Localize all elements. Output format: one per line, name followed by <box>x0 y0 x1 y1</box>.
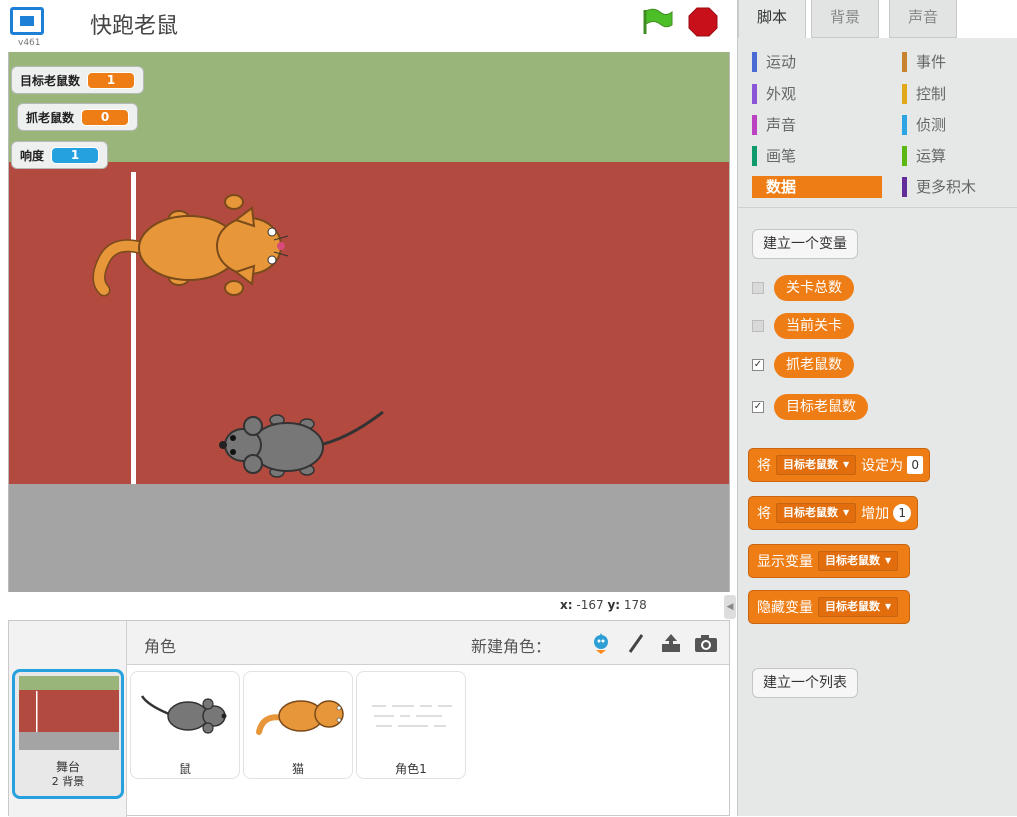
tab-sounds[interactable]: 声音 <box>889 0 957 38</box>
tab-scripts[interactable]: 脚本 <box>738 0 806 38</box>
value-input[interactable]: 1 <box>893 504 912 522</box>
category-operators[interactable]: 运算 <box>902 145 1017 167</box>
variable-reporter[interactable]: 关卡总数 <box>774 275 854 301</box>
stage-mini-preview <box>19 676 119 750</box>
block-palette: 脚本 背景 声音 运动 外观 声音 画笔 数据 事件 控制 侦测 运算 更多积木… <box>737 0 1017 816</box>
monitor-value: 0 <box>81 108 130 126</box>
sprite-name: 鼠 <box>178 762 191 776</box>
make-list-button[interactable]: 建立一个列表 <box>752 668 858 698</box>
sprites-title: 角色 <box>144 637 177 656</box>
variable-dropdown[interactable]: 目标老鼠数 ▼ <box>776 455 857 475</box>
category-sound[interactable]: 声音 <box>752 114 882 136</box>
variable-reporter[interactable]: 当前关卡 <box>774 313 854 339</box>
green-flag-icon[interactable] <box>640 6 674 36</box>
monitor-target-mice[interactable]: 目标老鼠数 1 <box>11 66 145 94</box>
cat-thumbnail <box>256 700 344 735</box>
fullscreen-icon[interactable] <box>10 7 44 35</box>
category-data[interactable]: 数据 <box>752 176 882 198</box>
hide-variable-block[interactable]: 隐藏变量 目标老鼠数 ▼ <box>748 590 911 624</box>
collapse-arrow-icon[interactable]: ◀ <box>724 595 736 619</box>
variable-row: ✓ 抓老鼠数 <box>752 350 854 380</box>
monitor-loudness[interactable]: 响度 1 <box>11 141 109 169</box>
sprite-tile-sprite1[interactable]: 角色1 <box>356 671 466 779</box>
variable-checkbox[interactable] <box>752 282 764 294</box>
paint-brush-icon[interactable] <box>624 631 648 655</box>
sprite-name: 角色1 <box>395 762 427 776</box>
variable-checkbox[interactable] <box>752 320 764 332</box>
sprite-tile-mouse[interactable]: 鼠 <box>130 671 240 779</box>
new-sprite-icons <box>589 631 718 655</box>
cat-sprite[interactable] <box>84 180 289 305</box>
category-events[interactable]: 事件 <box>902 51 1017 73</box>
dropdown-arrow-icon: ▼ <box>843 508 850 517</box>
camera-icon[interactable] <box>694 631 718 655</box>
variable-row: 当前关卡 <box>752 311 854 341</box>
variable-reporter[interactable]: 目标老鼠数 <box>774 394 868 420</box>
sprite-name: 猫 <box>291 762 304 776</box>
monitor-label: 目标老鼠数 <box>20 73 81 88</box>
change-variable-block[interactable]: 将 目标老鼠数 ▼ 增加 1 <box>748 496 919 530</box>
variable-checkbox[interactable]: ✓ <box>752 401 764 413</box>
variable-reporter[interactable]: 抓老鼠数 <box>774 352 854 378</box>
ground-area <box>9 484 729 592</box>
variable-dropdown[interactable]: 目标老鼠数 ▼ <box>776 503 857 523</box>
category-more-blocks[interactable]: 更多积木 <box>902 176 1017 198</box>
dropdown-arrow-icon: ▼ <box>885 556 892 565</box>
palette-blocks-area: 建立一个变量 关卡总数 当前关卡 ✓ 抓老鼠数 ✓ 目标老鼠数 将 目标老鼠数 ▼… <box>738 210 1017 816</box>
monitor-caught-mice[interactable]: 抓老鼠数 0 <box>17 103 139 131</box>
coord-x: -167 <box>576 598 604 612</box>
show-variable-block[interactable]: 显示变量 目标老鼠数 ▼ <box>748 544 911 578</box>
category-list: 运动 外观 声音 画笔 数据 事件 控制 侦测 运算 更多积木 <box>738 40 1017 208</box>
category-pen[interactable]: 画笔 <box>752 145 882 167</box>
category-motion[interactable]: 运动 <box>752 51 882 73</box>
value-input[interactable]: 0 <box>907 456 924 474</box>
monitor-value: 1 <box>51 146 100 164</box>
make-variable-button[interactable]: 建立一个变量 <box>752 229 858 259</box>
backdrop-count: 2 背景 <box>51 775 85 788</box>
variable-dropdown[interactable]: 目标老鼠数 ▼ <box>818 551 899 571</box>
category-looks[interactable]: 外观 <box>752 83 882 105</box>
project-title[interactable]: 快跑老鼠 <box>90 8 178 40</box>
monitor-label: 响度 <box>20 148 45 163</box>
title-bar: v461 快跑老鼠 <box>0 0 730 52</box>
stop-icon[interactable] <box>688 7 718 37</box>
monitor-value: 1 <box>87 71 136 89</box>
dropdown-arrow-icon: ▼ <box>885 602 892 611</box>
variable-checkbox[interactable]: ✓ <box>752 359 764 371</box>
upload-icon[interactable] <box>659 631 683 655</box>
sprite-library-icon[interactable] <box>589 631 613 655</box>
variable-row: ✓ 目标老鼠数 <box>752 392 868 422</box>
category-control[interactable]: 控制 <box>902 83 1017 105</box>
variable-row: 关卡总数 <box>752 273 854 303</box>
mouse-thumbnail <box>140 695 227 734</box>
stage-thumbnail[interactable]: 舞台 2 背景 <box>12 669 124 799</box>
mouse-coordinates: x: -167 y: 178 <box>560 598 647 612</box>
sprite-tile-cat[interactable]: 猫 <box>243 671 353 779</box>
sprite1-thumbnail <box>372 705 452 727</box>
editor-tabs: 脚本 背景 声音 <box>738 0 1017 38</box>
sprite-pane: 角色 新建角色： 舞台 2 背景 鼠 猫 角色1 <box>8 620 730 817</box>
set-variable-block[interactable]: 将 目标老鼠数 ▼ 设定为 0 <box>748 448 931 482</box>
category-sensing[interactable]: 侦测 <box>902 114 1017 136</box>
new-sprite-label: 新建角色： <box>471 637 552 656</box>
dropdown-arrow-icon: ▼ <box>843 460 850 469</box>
mouse-sprite[interactable] <box>207 400 389 490</box>
coord-y: 178 <box>623 598 647 612</box>
variable-dropdown[interactable]: 目标老鼠数 ▼ <box>818 597 899 617</box>
tab-backdrops[interactable]: 背景 <box>811 0 879 38</box>
version-label: v461 <box>18 38 41 48</box>
monitor-label: 抓老鼠数 <box>26 110 75 125</box>
stage[interactable]: 目标老鼠数 1 抓老鼠数 0 响度 1 <box>8 52 730 592</box>
